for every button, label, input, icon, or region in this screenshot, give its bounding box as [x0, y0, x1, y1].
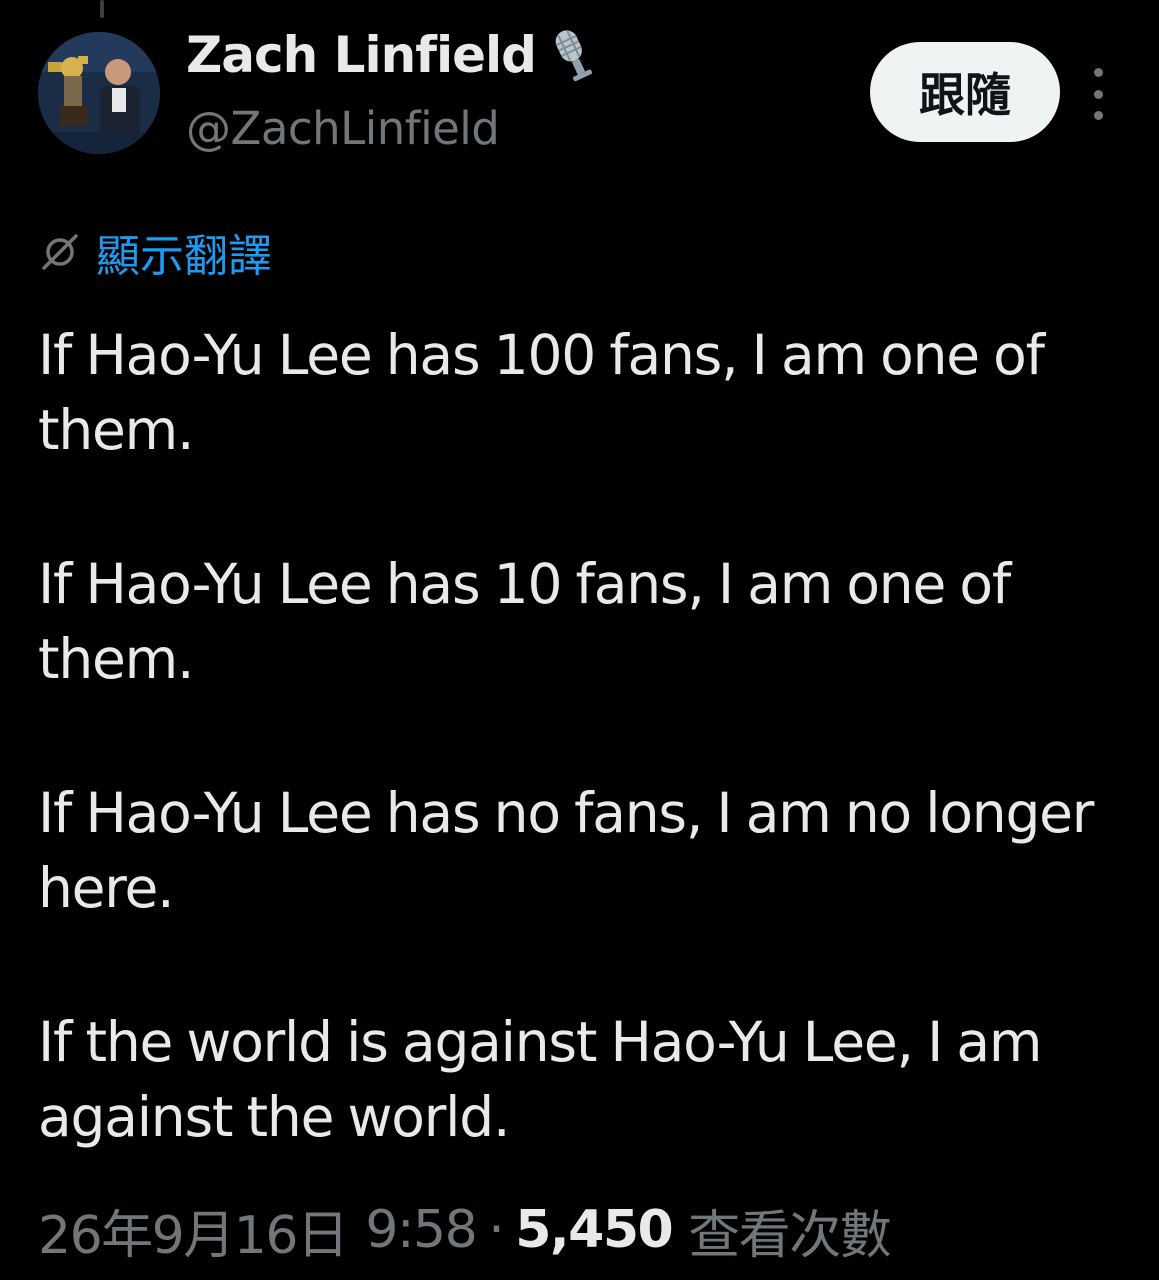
show-translation-label[interactable]: 顯示翻譯	[96, 220, 272, 284]
translate-icon	[42, 234, 78, 270]
post-date[interactable]: 26年9月16日	[38, 1193, 349, 1268]
views-label[interactable]: 查看次數	[688, 1193, 892, 1268]
microphone-icon	[555, 30, 592, 82]
more-options-button[interactable]	[1080, 68, 1116, 120]
avatar[interactable]	[38, 32, 160, 154]
tweet-paragraph: If Hao-Yu Lee has 10 fans, I am one of t…	[38, 552, 1011, 691]
tweet-text: If Hao-Yu Lee has 100 fans, I am one of …	[38, 318, 1128, 1155]
author-handle[interactable]: @ZachLinfield	[186, 102, 500, 155]
post-time[interactable]: 9:58	[365, 1200, 477, 1260]
views-count[interactable]: 5,450	[515, 1200, 673, 1260]
follow-button[interactable]: 跟隨	[870, 42, 1060, 142]
tweet-paragraph: If Hao-Yu Lee has 100 fans, I am one of …	[38, 323, 1045, 462]
avatar-photo	[38, 32, 160, 154]
meta-separator: ·	[488, 1200, 505, 1260]
tweet-paragraph: If the world is against Hao-Yu Lee, I am…	[38, 1010, 1042, 1149]
tweet-paragraph: If Hao-Yu Lee has no fans, I am no longe…	[38, 781, 1094, 920]
thread-connector-line	[100, 0, 104, 18]
more-vertical-icon-dot	[1093, 111, 1103, 120]
author-display-name[interactable]: Zach Linfield	[186, 26, 537, 84]
tweet-metadata: 26年9月16日 9:58 · 5,450 查看次數	[38, 1192, 892, 1268]
author-name-row[interactable]: Zach Linfield	[186, 22, 598, 88]
more-vertical-icon-dot	[1093, 89, 1103, 99]
show-translation-link[interactable]: 顯示翻譯	[38, 220, 272, 284]
more-vertical-icon	[1093, 68, 1103, 77]
